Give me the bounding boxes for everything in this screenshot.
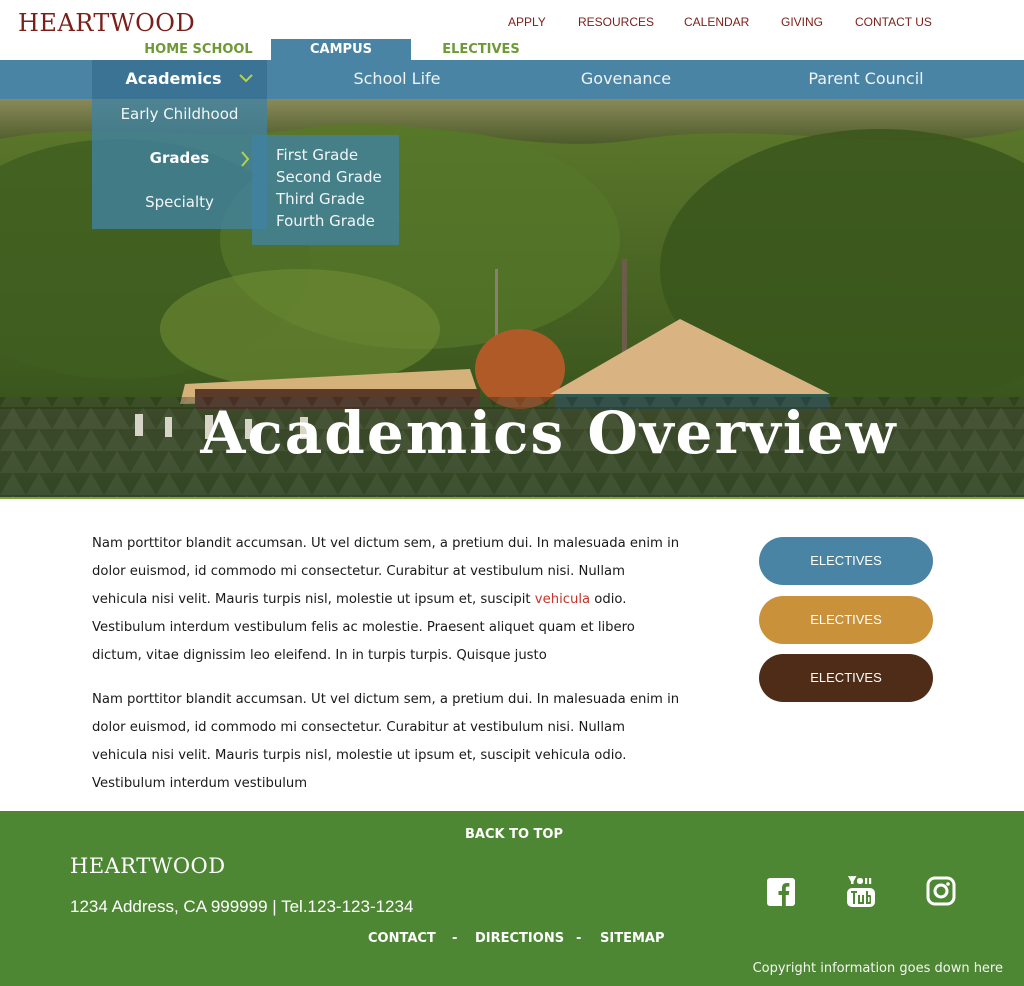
- dropdown-item-specialty[interactable]: Specialty: [92, 193, 267, 211]
- page-title: Academics Overview: [200, 399, 898, 467]
- footer-separator: -: [576, 931, 582, 946]
- main-nav-school-life[interactable]: School Life: [320, 60, 474, 99]
- back-to-top-link[interactable]: BACK TO TOP: [0, 827, 1024, 842]
- footer: BACK TO TOP HEARTWOOD 1234 Address, CA 9…: [0, 811, 1024, 986]
- youtube-icon[interactable]: [845, 875, 877, 909]
- footer-links: CONTACT - DIRECTIONS - SITEMAP: [0, 931, 1024, 949]
- chevron-right-icon: [241, 151, 250, 167]
- submenu-item-third-grade[interactable]: Third Grade: [276, 190, 365, 208]
- tab-electives[interactable]: ELECTIVES: [437, 39, 525, 60]
- electives-button-brown[interactable]: ELECTIVES: [759, 654, 933, 702]
- main-nav: Academics School Life Govenance Parent C…: [0, 60, 1024, 99]
- footer-link-sitemap[interactable]: SITEMAP: [600, 931, 664, 946]
- submenu-item-fourth-grade[interactable]: Fourth Grade: [276, 212, 375, 230]
- content-paragraph: Nam porttitor blandit accumsan. Ut vel d…: [92, 692, 680, 791]
- footer-logo[interactable]: HEARTWOOD: [70, 854, 226, 878]
- electives-button-gold[interactable]: ELECTIVES: [759, 596, 933, 644]
- footer-separator: -: [452, 931, 458, 946]
- facebook-icon[interactable]: [765, 875, 797, 909]
- site-tabs: HOME SCHOOL CAMPUS ELECTIVES: [0, 39, 1024, 60]
- dropdown-item-grades-label: Grades: [149, 149, 210, 167]
- nav-link-resources[interactable]: RESOURCES: [578, 15, 654, 29]
- main-nav-academics[interactable]: Academics: [92, 60, 267, 99]
- dropdown-item-early-childhood[interactable]: Early Childhood: [92, 105, 267, 123]
- copyright-text: Copyright information goes down here: [752, 961, 1003, 976]
- footer-link-contact[interactable]: CONTACT: [368, 931, 436, 946]
- instagram-icon[interactable]: [925, 875, 957, 909]
- nav-link-calendar[interactable]: CALENDAR: [684, 15, 749, 29]
- content-paragraph: Nam porttitor blandit accumsan. Ut vel d…: [92, 530, 682, 670]
- academics-dropdown: Early Childhood Grades Specialty: [92, 99, 267, 229]
- footer-link-directions[interactable]: DIRECTIONS: [475, 931, 564, 946]
- main-nav-govenance[interactable]: Govenance: [552, 60, 700, 99]
- tab-campus[interactable]: CAMPUS: [271, 39, 411, 60]
- inline-link[interactable]: vehicula: [535, 592, 590, 607]
- electives-button-blue[interactable]: ELECTIVES: [759, 537, 933, 585]
- nav-link-giving[interactable]: GIVING: [781, 15, 823, 29]
- main-content: Nam porttitor blandit accumsan. Ut vel d…: [92, 530, 682, 814]
- submenu-item-second-grade[interactable]: Second Grade: [276, 168, 382, 186]
- main-nav-academics-label: Academics: [125, 69, 222, 88]
- utility-nav: APPLY RESOURCES CALENDAR GIVING CONTACT …: [0, 15, 1024, 31]
- submenu-item-first-grade[interactable]: First Grade: [276, 146, 358, 164]
- hero-divider: [0, 497, 1024, 499]
- main-nav-parent-council[interactable]: Parent Council: [790, 60, 942, 99]
- nav-link-apply[interactable]: APPLY: [508, 15, 546, 29]
- footer-address: 1234 Address, CA 999999 | Tel.123-123-12…: [70, 897, 414, 916]
- grades-submenu: First Grade Second Grade Third Grade Fou…: [252, 135, 399, 245]
- nav-link-contact-us[interactable]: CONTACT US: [855, 15, 932, 29]
- chevron-down-icon: [239, 74, 253, 83]
- tab-home-school[interactable]: HOME SCHOOL: [140, 39, 257, 60]
